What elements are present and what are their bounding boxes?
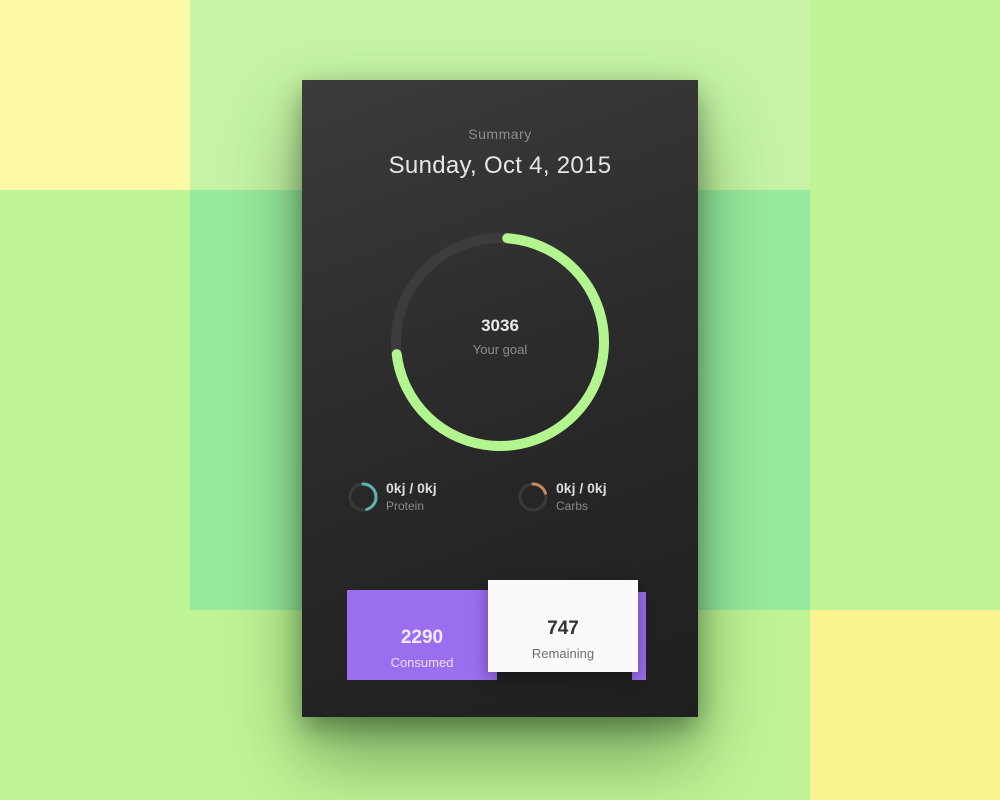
- remaining-value: 747: [547, 618, 579, 639]
- macro-value: 0kj / 0kj: [556, 480, 607, 496]
- remaining-label: Remaining: [531, 646, 595, 661]
- background-block-yellow-bottom: [810, 610, 1000, 800]
- goal-ring: 3036 Your goal: [386, 228, 614, 456]
- macro-label: Protein: [386, 499, 425, 513]
- goal-caption: Your goal: [472, 342, 528, 357]
- date-title: Sunday, Oct 4, 2015: [388, 152, 612, 179]
- macro-value: 0kj / 0kj: [386, 480, 437, 496]
- consumed-button[interactable]: 2290 Consumed: [347, 590, 497, 680]
- consumed-label: Consumed: [390, 655, 454, 670]
- macro-label: Carbs: [556, 499, 589, 513]
- partial-ring-icon: [518, 482, 548, 512]
- goal-value: 3036: [481, 316, 519, 335]
- partial-ring-icon: [348, 482, 378, 512]
- summary-label: Summary: [468, 126, 532, 142]
- background-block-yellow: [0, 0, 190, 190]
- summary-card: Summary Sunday, Oct 4, 2015 3036 Your go…: [302, 80, 698, 717]
- remaining-button[interactable]: 747 Remaining: [488, 580, 638, 672]
- consumed-value: 2290: [400, 627, 444, 648]
